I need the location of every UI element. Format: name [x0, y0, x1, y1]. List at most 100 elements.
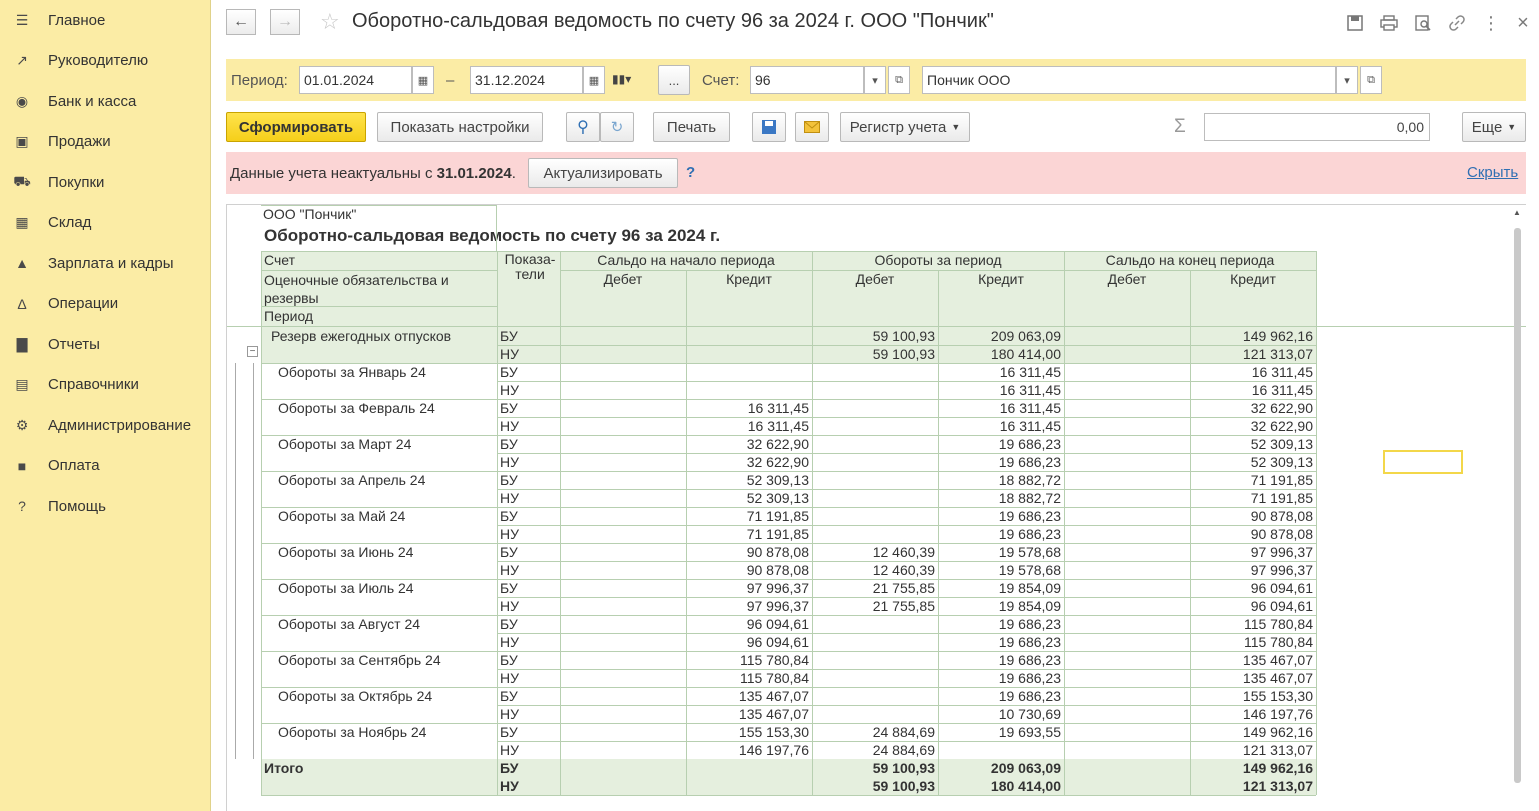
search-clear-icon: ↻	[610, 119, 624, 136]
period-variant-icon[interactable]: ▮▮▾	[612, 72, 631, 86]
sidebar-item[interactable]: ▲ Зарплата и кадры	[0, 243, 211, 283]
scrollbar-thumb[interactable]	[1514, 228, 1521, 783]
sidebar-item[interactable]: ◉ Банк и касса	[0, 81, 211, 121]
selected-cell	[1383, 450, 1463, 474]
show-settings-button[interactable]: Показать настройки	[377, 112, 543, 142]
sidebar-item[interactable]: ⛟ Покупки	[0, 162, 211, 202]
generate-button[interactable]: Сформировать	[226, 112, 366, 142]
amount-cell: 71 191,85	[746, 508, 809, 524]
period-name: Обороты за Октябрь 24	[278, 688, 433, 704]
amount-cell: 16 311,45	[1251, 364, 1313, 380]
amount-cell: 90 878,08	[746, 562, 809, 578]
amount-cell: 19 686,23	[998, 652, 1061, 668]
calendar-icon[interactable]: ▦	[583, 66, 605, 94]
indicator-cell: БУ	[500, 508, 518, 524]
grid-line	[686, 270, 687, 795]
sidebar-item[interactable]: ▦ Склад	[0, 203, 211, 243]
cart-icon: ⛟	[13, 172, 31, 189]
print-button[interactable]: Печать	[653, 112, 730, 142]
amount-cell: 121 313,07	[1242, 742, 1313, 758]
save-icon[interactable]	[1344, 12, 1366, 34]
calendar-icon[interactable]: ▦	[412, 66, 434, 94]
date-from-field[interactable]: 01.01.2024	[299, 66, 412, 94]
amount-cell: 180 414,00	[990, 778, 1061, 794]
save-report-button[interactable]	[752, 112, 786, 142]
update-data-button[interactable]: Актуализировать	[528, 158, 678, 188]
forward-button[interactable]: →	[270, 9, 300, 35]
indicator-cell: НУ	[500, 598, 520, 614]
period-name: Обороты за Январь 24	[278, 364, 426, 380]
amount-cell: 18 882,72	[998, 472, 1061, 488]
indicator-cell: НУ	[500, 706, 520, 722]
sum-field: 0,00	[1204, 113, 1430, 141]
indicator-cell: НУ	[500, 454, 520, 470]
search-clear-button[interactable]: ↻	[600, 112, 634, 142]
register-dropdown-button[interactable]: Регистр учета ▼	[840, 112, 970, 142]
hide-link[interactable]: Скрыть	[1467, 164, 1518, 181]
print-icon[interactable]	[1378, 12, 1400, 34]
open-icon[interactable]: ⧉	[888, 66, 910, 94]
chevron-down-icon[interactable]: ▾	[864, 66, 886, 94]
amount-cell: 19 693,55	[998, 724, 1061, 740]
indicator-cell: БУ	[500, 652, 518, 668]
close-icon[interactable]: ×	[1512, 12, 1534, 34]
sidebar-item-label: Склад	[48, 214, 92, 231]
preview-icon[interactable]	[1412, 12, 1434, 34]
grid-line	[261, 795, 1316, 796]
books-icon: ▤	[15, 376, 29, 392]
period-name: Обороты за Июль 24	[278, 580, 414, 596]
link-icon[interactable]	[1446, 12, 1468, 34]
amount-cell: 149 962,16	[1242, 724, 1313, 740]
sidebar-item[interactable]: ⚙ Администрирование	[0, 405, 211, 445]
sidebar-item[interactable]: Δ Операции	[0, 284, 211, 324]
chevron-down-icon[interactable]: ▾	[1336, 66, 1358, 94]
amount-cell: 97 996,37	[746, 598, 809, 614]
organization-field[interactable]: Пончик ООО	[922, 66, 1336, 94]
send-email-button[interactable]	[795, 112, 829, 142]
sidebar-item[interactable]: ☰ Главное	[0, 0, 211, 40]
indicator-cell: БУ	[500, 724, 518, 740]
help-link[interactable]: ?	[686, 164, 695, 181]
save-icon	[762, 120, 776, 134]
account-field[interactable]: 96	[750, 66, 864, 94]
more-vertical-icon[interactable]: ⋮	[1480, 12, 1502, 34]
indicator-cell: НУ	[500, 778, 519, 794]
amount-cell: 19 686,23	[998, 454, 1061, 470]
date-to-field[interactable]: 31.12.2024	[470, 66, 583, 94]
sidebar-item-label: Помощь	[48, 497, 106, 515]
sidebar-item[interactable]: ▤ Справочники	[0, 365, 211, 405]
period-name: Обороты за Март 24	[278, 436, 412, 452]
chevron-down-icon: ▼	[951, 122, 961, 132]
amount-cell: 71 191,85	[1250, 472, 1313, 488]
vertical-scrollbar[interactable]: ▲	[1510, 208, 1524, 808]
report-spreadsheet[interactable]: ООО "Пончик" Оборотно-сальдовая ведомость…	[226, 204, 1526, 811]
grid-line	[560, 251, 561, 795]
favorite-star-icon[interactable]: ☆	[320, 9, 340, 35]
amount-cell: 21 755,85	[872, 580, 935, 596]
amount-cell: 19 686,23	[998, 526, 1061, 542]
amount-cell: 155 153,30	[1242, 688, 1313, 704]
sidebar-item[interactable]: ▣ Продажи	[0, 122, 211, 162]
row-background	[261, 777, 1316, 795]
sidebar-item[interactable]: ■ Оплата	[0, 446, 211, 486]
amount-cell: 24 884,69	[872, 724, 935, 740]
search-button[interactable]: ⚲	[566, 112, 600, 142]
header-debit: Дебет	[603, 271, 643, 287]
sidebar-item-label: Зарплата и кадры	[48, 254, 174, 272]
open-icon[interactable]: ⧉	[1360, 66, 1382, 94]
scroll-up-icon[interactable]: ▲	[1513, 208, 1521, 217]
header-credit: Кредит	[978, 271, 1024, 287]
period-select-button[interactable]: ...	[658, 65, 690, 95]
header-opening: Сальдо на начало периода	[597, 252, 775, 268]
amount-cell: 149 962,16	[1242, 760, 1313, 776]
amount-cell: 135 467,07	[738, 688, 809, 704]
sidebar-item[interactable]: ? Помощь	[0, 486, 211, 526]
sidebar-item[interactable]: ↗ Руководителю	[0, 41, 211, 81]
indicator-cell: БУ	[500, 364, 518, 380]
back-button[interactable]: ←	[226, 9, 256, 35]
amount-cell: 97 996,37	[1250, 544, 1313, 560]
help-icon: ?	[18, 498, 26, 514]
more-button[interactable]: Еще ▼	[1462, 112, 1526, 142]
sidebar-item[interactable]: ▇ Отчеты	[0, 324, 211, 364]
group-name: Резерв ежегодных отпусков	[271, 328, 452, 344]
